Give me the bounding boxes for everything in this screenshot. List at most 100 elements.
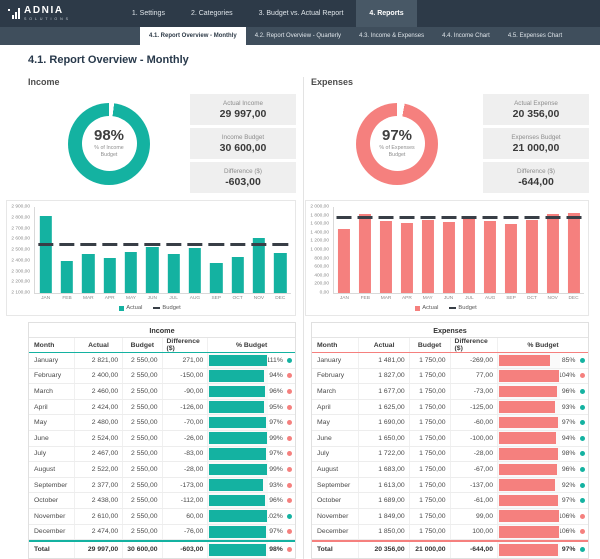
budget-cell: 1 750,00: [410, 447, 451, 462]
budget-marker-nov: [251, 243, 266, 245]
pct-budget-value: 85%: [560, 353, 577, 368]
status-dot-icon: [580, 514, 585, 519]
status-dot-icon: [287, 498, 292, 503]
x-axis-label-apr: APR: [99, 294, 120, 301]
brand-subtitle: SOLUTIONS: [24, 18, 71, 22]
nav-item-4-reports[interactable]: 4. Reports: [356, 0, 416, 27]
month-cell: February: [29, 369, 75, 384]
income-overview: 98%% of Income BudgetActual Income29 997…: [28, 94, 296, 193]
budget-marker-jan: [38, 243, 53, 245]
actual-bar-may: [422, 220, 434, 293]
table-header-row: MonthActualBudgetDifference ($)% Budget: [312, 338, 588, 353]
nav-item-1-settings[interactable]: 1. Settings: [119, 0, 178, 27]
actual-bar-apr: [401, 223, 413, 293]
actual-cell: 1 690,00: [359, 415, 409, 430]
pct-budget-value: 99%: [268, 462, 284, 477]
actual-cell: 2 377,00: [75, 478, 123, 493]
tab-4-5-expenses-chart[interactable]: 4.5. Expenses Chart: [499, 27, 571, 45]
status-dot-cell: [285, 462, 295, 477]
budget-cell: 1 750,00: [410, 525, 451, 540]
budget-cell: 2 550,00: [123, 493, 162, 508]
section-income: Income98%% of Income BudgetActual Income…: [28, 77, 296, 559]
budget-cell: 1 750,00: [410, 462, 451, 477]
table-row-june: June1 650,001 750,00-100,0094%: [312, 431, 588, 447]
pct-budget-data-bar: [209, 355, 267, 367]
status-dot-cell: [577, 353, 587, 368]
tab-4-3-income-expenses[interactable]: 4.3. Income & Expenses: [350, 27, 433, 45]
expenses-donut-caption: % of Expenses Budget: [375, 145, 419, 159]
pct-budget-data-bar: [499, 544, 558, 557]
status-dot-icon: [580, 436, 585, 441]
pct-budget-data-bar: [499, 417, 558, 429]
pct-budget-value: 96%: [268, 493, 284, 508]
actual-bar-nov: [253, 238, 265, 293]
budget-cell: 1 750,00: [410, 400, 451, 415]
pct-budget-data-bar-cell: [208, 478, 268, 493]
y-axis-tick-label: 2 200,00: [11, 280, 30, 285]
pct-budget-value: 99%: [268, 431, 284, 446]
status-dot-icon: [287, 405, 292, 410]
difference-cell: -67,00: [451, 462, 498, 477]
table-row-november: November2 610,002 550,0060,00102%: [29, 509, 295, 525]
actual-bar-jun: [146, 247, 158, 293]
bar-group-aug: [480, 207, 501, 293]
actual-bar-dec: [274, 253, 286, 293]
tab-4-1-report-overview-monthly[interactable]: 4.1. Report Overview - Monthly: [140, 27, 246, 45]
status-dot-cell: [285, 447, 295, 462]
pct-budget-data-bar: [499, 448, 558, 460]
column-header-budget: Budget: [410, 338, 451, 352]
month-cell: April: [312, 400, 359, 415]
status-dot-cell: [285, 493, 295, 508]
actual-cell: 1 625,00: [359, 400, 409, 415]
y-axis-tick-label: 400,00: [314, 273, 329, 278]
stat-label: Expenses Budget: [511, 134, 560, 141]
y-axis-tick-label: 1 000,00: [310, 248, 329, 253]
actual-cell: 1 722,00: [359, 447, 409, 462]
pct-budget-data-bar-cell: [208, 447, 268, 462]
pct-budget-value: 102%: [268, 509, 284, 524]
nav-item-2-categories[interactable]: 2. Categories: [178, 0, 246, 27]
month-cell: October: [312, 493, 359, 508]
budget-cell: 2 550,00: [123, 400, 162, 415]
column-header-budget: % Budget: [498, 338, 588, 352]
pct-budget-value: 111%: [268, 353, 284, 368]
budget-cell: 2 550,00: [123, 478, 162, 493]
budget-marker-aug: [483, 216, 498, 218]
income-chart-plot-area: 2 900,002 800,002 700,002 600,002 500,00…: [9, 207, 291, 294]
pct-budget-value: 94%: [268, 369, 284, 384]
pct-budget-value: 95%: [268, 400, 284, 415]
tab-4-2-report-overview-quarterly[interactable]: 4.2. Report Overview - Quarterly: [246, 27, 350, 45]
budget-cell: 1 750,00: [410, 478, 451, 493]
month-cell: September: [29, 478, 75, 493]
section-title-expenses: Expenses: [311, 77, 589, 87]
status-dot-icon: [287, 514, 292, 519]
bar-group-sep: [206, 207, 227, 293]
actual-cell: 2 424,00: [75, 400, 123, 415]
actual-cell: 1 849,00: [359, 509, 409, 524]
x-axis-label-may: MAY: [417, 294, 438, 301]
x-axis-label-jul: JUL: [459, 294, 480, 301]
pct-budget-data-bar-cell: [498, 509, 560, 524]
tab-4-4-income-chart[interactable]: 4.4. Income Chart: [433, 27, 499, 45]
column-header-difference: Difference ($): [163, 338, 209, 352]
bar-group-feb: [56, 207, 77, 293]
income-donut-percentage: 98%: [94, 128, 124, 143]
stat-value: 30 600,00: [220, 142, 267, 154]
income-table: IncomeMonthActualBudgetDifference ($)% B…: [28, 322, 296, 559]
pct-budget-data-bar-cell: [498, 542, 560, 558]
actual-cell: 1 850,00: [359, 525, 409, 540]
pct-budget-data-bar-cell: [498, 400, 560, 415]
status-dot-cell: [285, 542, 295, 558]
bar-group-feb: [355, 207, 376, 293]
nav-item-3-budget-vs-actual-report[interactable]: 3. Budget vs. Actual Report: [246, 0, 357, 27]
table-row-august: August2 522,002 550,00-28,0099%: [29, 462, 295, 478]
y-axis-tick-label: 2 400,00: [11, 258, 30, 263]
y-axis-tick-label: 2 500,00: [11, 248, 30, 253]
bar-chart-logo-icon: [8, 8, 20, 19]
budget-marker-feb: [358, 216, 373, 218]
actual-cell: 2 400,00: [75, 369, 123, 384]
table-row-february: February2 400,002 550,00-150,0094%: [29, 369, 295, 385]
difference-cell: -61,00: [451, 493, 498, 508]
budget-marker-feb: [59, 243, 74, 245]
status-dot-cell: [577, 447, 587, 462]
